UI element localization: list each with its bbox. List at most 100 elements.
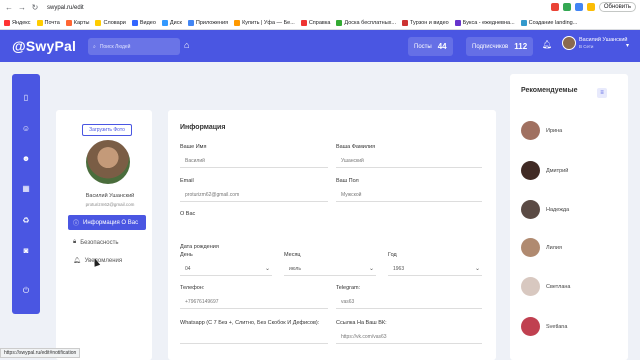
- first-name-field[interactable]: Василий: [180, 156, 328, 168]
- update-button[interactable]: Обновить: [598, 2, 636, 12]
- grid-icon[interactable]: ▦: [21, 184, 31, 194]
- search-input[interactable]: ⌕ Поиск Людей: [88, 38, 180, 55]
- upload-photo-button[interactable]: Загрузить Фото: [82, 124, 132, 136]
- recommended-person[interactable]: Надежда: [521, 200, 569, 219]
- subscribers-counter[interactable]: Подписчиков 112: [466, 37, 534, 56]
- users-icon[interactable]: ☻: [21, 154, 31, 164]
- menu-item-notifications[interactable]: 🔔︎ Уведомления: [68, 253, 146, 268]
- profile-email: proturizm62@gmail.com: [85, 202, 135, 207]
- person-name: Надежда: [546, 206, 570, 213]
- birth-date-label: Дата рождения: [180, 244, 219, 250]
- recommended-person[interactable]: Дмитрий: [521, 161, 568, 180]
- avatar: [521, 277, 540, 296]
- bookmark-icon: [336, 19, 343, 26]
- bookmark-item[interactable]: Доска бесплатных...: [336, 19, 396, 26]
- user-name: Василий Ушанский: [579, 37, 628, 43]
- posts-counter[interactable]: Посты 44: [408, 37, 453, 56]
- avatar: [86, 140, 130, 184]
- phone-label: Телефон:: [180, 285, 205, 291]
- logo[interactable]: @SwyPal: [12, 38, 76, 54]
- year-label: Год: [388, 252, 397, 258]
- person-name: Svetlana: [546, 323, 568, 330]
- email-field[interactable]: proturizm62@gmail.com: [180, 190, 328, 202]
- gender-field[interactable]: Мужской: [336, 190, 482, 202]
- bookmark-item[interactable]: Карты: [65, 19, 89, 26]
- extension-icon[interactable]: [550, 3, 559, 11]
- status-url: https://swypal.ru/edit#notification: [0, 348, 81, 358]
- gender-label: Ваш Пол: [336, 178, 359, 184]
- profile-name: Василий Ушанский: [85, 193, 135, 199]
- last-name-field[interactable]: Ушанский: [336, 156, 482, 168]
- bookmark-item[interactable]: Турзон и видео: [401, 19, 449, 26]
- bookmark-item[interactable]: Справка: [300, 19, 330, 26]
- extension-icon[interactable]: [562, 3, 571, 11]
- address-input[interactable]: swypal.ru/edit: [47, 5, 84, 11]
- home-icon[interactable]: ⌂: [184, 40, 189, 50]
- bookmark-item[interactable]: Словари: [95, 19, 126, 26]
- menu-icon[interactable]: ≡: [597, 88, 607, 98]
- bookmark-item[interactable]: Видео: [131, 19, 156, 26]
- chevron-down-icon[interactable]: ▾: [626, 42, 629, 49]
- vk-field[interactable]: https://vk.com/vas63: [336, 332, 482, 344]
- extension-icon[interactable]: [586, 3, 595, 11]
- menu-item-security[interactable]: 🔒︎ Безопасность: [68, 235, 146, 250]
- month-select[interactable]: июль ⌄: [284, 264, 376, 276]
- last-name-label: Ваша Фамилия: [336, 144, 376, 150]
- bookmark-item[interactable]: Букса - ежедневна...: [454, 19, 515, 26]
- menu-item-info[interactable]: ⓘ Информация О Вас: [68, 215, 146, 230]
- about-field[interactable]: [180, 223, 482, 235]
- year-value: 1963: [393, 266, 405, 272]
- bookmark-item[interactable]: Приложения: [187, 19, 228, 26]
- reload-icon[interactable]: ↻: [30, 3, 40, 13]
- bookmark-icon: [300, 19, 307, 26]
- recommended-person[interactable]: Svetlana: [521, 317, 567, 336]
- subscribers-count: 112: [514, 42, 528, 51]
- search-icon: ⌕: [93, 43, 96, 50]
- telegram-field[interactable]: vas63: [336, 297, 482, 309]
- whatsapp-label: Whatsapp (С 7 Без +, Слитно, Без Скобок …: [180, 320, 320, 326]
- avatar: [521, 121, 540, 140]
- power-icon[interactable]: ⏻: [21, 286, 31, 296]
- month-value: июль: [289, 266, 301, 272]
- recommended-title: Рекомендуемые: [521, 87, 578, 94]
- email-label: Email: [180, 178, 194, 184]
- recommended-panel: Рекомендуемые ≡ Ирина Дмитрий Надежда Ли…: [510, 74, 628, 360]
- avatar: [521, 200, 540, 219]
- forward-icon[interactable]: →: [17, 3, 27, 13]
- left-sidebar: ▯ ☺ ☻ ▦ ♻ ◙ ⏻: [12, 74, 40, 314]
- day-select[interactable]: 04 ⌄: [180, 264, 272, 276]
- recycle-icon[interactable]: ♻: [21, 216, 31, 226]
- car-icon[interactable]: ◙: [21, 246, 31, 256]
- recommended-person[interactable]: Ирина: [521, 121, 562, 140]
- day-value: 04: [185, 266, 191, 272]
- person-name: Лилия: [546, 244, 562, 251]
- bookmark-item[interactable]: Создание landing...: [520, 19, 577, 26]
- whatsapp-field[interactable]: [180, 332, 328, 344]
- document-icon[interactable]: ▯: [21, 93, 31, 103]
- recommended-person[interactable]: Лилия: [521, 238, 562, 257]
- bookmark-item[interactable]: Яндекс: [4, 19, 31, 26]
- avatar: [521, 161, 540, 180]
- posts-count: 44: [437, 42, 447, 51]
- back-icon[interactable]: ←: [4, 3, 14, 13]
- bookmark-item[interactable]: Купить | Уфа — Бе...: [234, 19, 295, 26]
- extension-icon[interactable]: [574, 3, 583, 11]
- bookmark-icon: [520, 19, 527, 26]
- chevron-down-icon: ⌄: [368, 266, 374, 272]
- bookmark-item[interactable]: Почта: [36, 19, 60, 26]
- bookmark-item[interactable]: Диск: [161, 19, 182, 26]
- person-name: Ирина: [546, 127, 563, 134]
- phone-field[interactable]: +79676149697: [180, 297, 328, 309]
- first-name-label: Ваше Имя: [180, 144, 207, 150]
- posts-label: Посты: [414, 43, 432, 50]
- year-select[interactable]: 1963 ⌄: [388, 264, 482, 276]
- recommended-person[interactable]: Светлана: [521, 277, 570, 296]
- bell-icon[interactable]: 🔔︎: [542, 40, 552, 49]
- user-menu[interactable]: Василий Ушанский В Сети: [562, 36, 628, 50]
- info-icon: ⓘ: [73, 221, 80, 227]
- user-status: В Сети: [579, 44, 594, 49]
- bookmark-icon: [36, 19, 43, 26]
- bookmark-icon: [4, 19, 10, 26]
- user-icon[interactable]: ☺: [21, 124, 31, 134]
- bell-icon: 🔔︎: [73, 258, 81, 264]
